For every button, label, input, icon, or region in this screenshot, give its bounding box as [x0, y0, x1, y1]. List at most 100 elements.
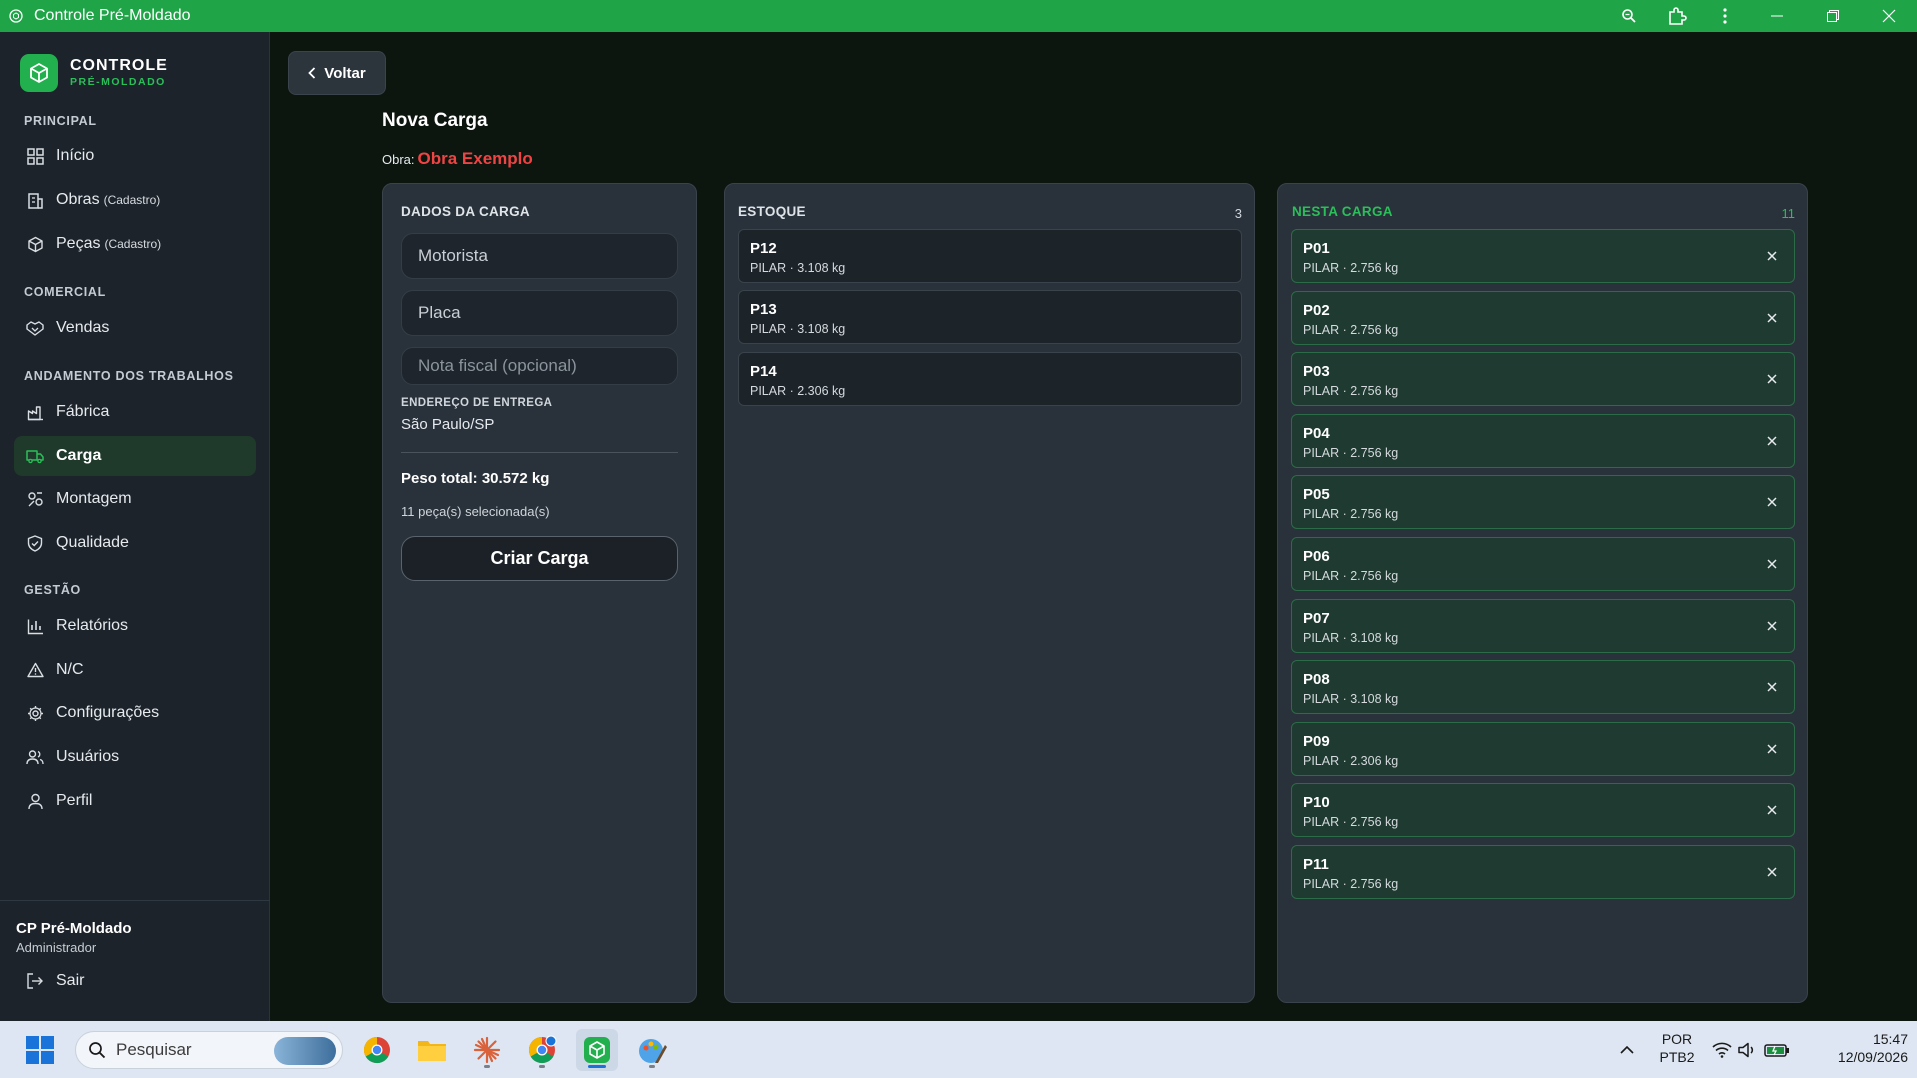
running-indicator [539, 1065, 545, 1068]
user-icon [26, 792, 44, 810]
load-item[interactable]: P04 PILAR · 2.756 kg [1291, 414, 1795, 468]
zoom-icon[interactable] [1605, 0, 1653, 32]
sidebar-item-montagem[interactable]: Montagem [14, 479, 256, 519]
sidebar-item-vendas[interactable]: Vendas [14, 308, 256, 348]
load-item[interactable]: P01 PILAR · 2.756 kg [1291, 229, 1795, 283]
sidebar-item-usuarios[interactable]: Usuários [14, 737, 256, 777]
sidebar-item-inicio[interactable]: Início [14, 136, 256, 176]
paint-app-icon[interactable] [631, 1029, 673, 1071]
start-button[interactable] [19, 1029, 61, 1071]
sidebar-item-configuracoes[interactable]: Configurações [14, 693, 256, 733]
piece-info: PILAR · 2.756 kg [1303, 815, 1399, 829]
controle-app-taskbar-icon[interactable] [576, 1029, 618, 1071]
grid-icon [26, 147, 44, 165]
obra-label: Obra: [382, 152, 415, 167]
piece-id: P03 [1303, 363, 1330, 380]
load-item[interactable]: P10 PILAR · 2.756 kg [1291, 783, 1795, 837]
criar-carga-button[interactable]: Criar Carga [401, 536, 678, 581]
logout-button[interactable]: Sair [26, 972, 84, 990]
sidebar-item-label: Relatórios [56, 617, 129, 634]
sidebar-item-suffix: (Cadastro) [103, 193, 161, 207]
close-icon[interactable] [1764, 741, 1780, 757]
brand-title: CONTROLE [70, 57, 168, 75]
close-icon[interactable] [1764, 679, 1780, 695]
building-icon [26, 191, 44, 209]
close-icon[interactable] [1764, 618, 1780, 634]
sidebar-item-label: Obras [56, 191, 100, 208]
close-icon[interactable] [1764, 494, 1780, 510]
file-explorer-icon[interactable] [411, 1029, 453, 1071]
nota-fiscal-field[interactable]: Nota fiscal (opcional) [401, 347, 678, 385]
sidebar-item-label: Início [56, 147, 95, 164]
load-item[interactable]: P08 PILAR · 3.108 kg [1291, 660, 1795, 714]
load-item[interactable]: P03 PILAR · 2.756 kg [1291, 352, 1795, 406]
crane-icon [26, 490, 44, 508]
gear-icon [26, 704, 44, 722]
running-indicator [484, 1065, 490, 1068]
close-button[interactable] [1861, 0, 1917, 32]
chrome-profile-icon[interactable] [521, 1029, 563, 1071]
clock[interactable]: 15:47 12/09/2026 [1812, 1030, 1908, 1066]
piece-info: PILAR · 2.306 kg [750, 384, 846, 398]
load-item[interactable]: P05 PILAR · 2.756 kg [1291, 475, 1795, 529]
search-highlight-image [274, 1037, 336, 1065]
logout-label: Sair [56, 972, 85, 989]
stock-item[interactable]: P13 PILAR · 3.108 kg [738, 290, 1242, 344]
close-icon[interactable] [1764, 433, 1780, 449]
piece-info: PILAR · 2.756 kg [1303, 877, 1399, 891]
panel-heading: NESTA CARGA [1292, 204, 1393, 219]
piece-id: P05 [1303, 486, 1330, 503]
motorista-field[interactable]: Motorista [401, 233, 678, 279]
extensions-icon[interactable] [1653, 0, 1701, 32]
brand[interactable]: CONTROLE PRÉ-MOLDADO [20, 54, 168, 92]
running-indicator [649, 1065, 655, 1068]
stock-item[interactable]: P14 PILAR · 2.306 kg [738, 352, 1242, 406]
sidebar-item-relatorios[interactable]: Relatórios [14, 606, 256, 646]
language-indicator[interactable]: POR PTB2 [1655, 1030, 1699, 1066]
piece-id: P13 [750, 301, 777, 318]
sidebar-item-obras[interactable]: Obras (Cadastro) [14, 180, 256, 220]
restore-button[interactable] [1805, 0, 1861, 32]
minimize-button[interactable] [1749, 0, 1805, 32]
taskbar-search[interactable]: Pesquisar [75, 1031, 343, 1069]
clock-time: 15:47 [1872, 1031, 1908, 1047]
back-button[interactable]: Voltar [288, 51, 386, 95]
close-icon[interactable] [1764, 371, 1780, 387]
sidebar-item-label: Vendas [56, 319, 110, 336]
piece-info: PILAR · 3.108 kg [1303, 631, 1399, 645]
load-item[interactable]: P11 PILAR · 2.756 kg [1291, 845, 1795, 899]
sidebar-item-carga[interactable]: Carga [14, 436, 256, 476]
load-item[interactable]: P06 PILAR · 2.756 kg [1291, 537, 1795, 591]
load-item[interactable]: P07 PILAR · 3.108 kg [1291, 599, 1795, 653]
piece-info: PILAR · 2.756 kg [1303, 384, 1399, 398]
close-icon[interactable] [1764, 248, 1780, 264]
load-item[interactable]: P09 PILAR · 2.306 kg [1291, 722, 1795, 776]
claude-app-icon[interactable] [466, 1029, 508, 1071]
chrome-icon[interactable] [356, 1029, 398, 1071]
sidebar-item-qualidade[interactable]: Qualidade [14, 523, 256, 563]
stock-item[interactable]: P12 PILAR · 3.108 kg [738, 229, 1242, 283]
sidebar-item-nc[interactable]: N/C [14, 650, 256, 690]
system-tray-status[interactable] [1708, 1029, 1794, 1071]
selected-count: 11 peça(s) selecionada(s) [401, 504, 550, 519]
sidebar-item-label: Qualidade [56, 534, 129, 551]
close-icon[interactable] [1764, 556, 1780, 572]
sidebar-item-fabrica[interactable]: Fábrica [14, 392, 256, 432]
language-top: POR [1661, 1031, 1693, 1047]
sidebar-item-pecas[interactable]: Peças (Cadastro) [14, 224, 256, 264]
close-icon[interactable] [1764, 802, 1780, 818]
user-role: Administrador [16, 940, 97, 955]
piece-id: P04 [1303, 425, 1330, 442]
close-icon[interactable] [1764, 310, 1780, 326]
box-icon [26, 235, 44, 253]
truck-icon [26, 447, 44, 465]
chevron-up-icon[interactable] [1606, 1029, 1648, 1071]
close-icon[interactable] [1764, 864, 1780, 880]
sidebar-item-label: Perfil [56, 792, 93, 809]
placa-field[interactable]: Placa [401, 290, 678, 336]
panel-heading: ESTOQUE [738, 204, 806, 219]
sidebar-item-perfil[interactable]: Perfil [14, 781, 256, 821]
load-item[interactable]: P02 PILAR · 2.756 kg [1291, 291, 1795, 345]
sidebar-item-label: Usuários [56, 748, 120, 765]
more-menu-icon[interactable] [1701, 0, 1749, 32]
